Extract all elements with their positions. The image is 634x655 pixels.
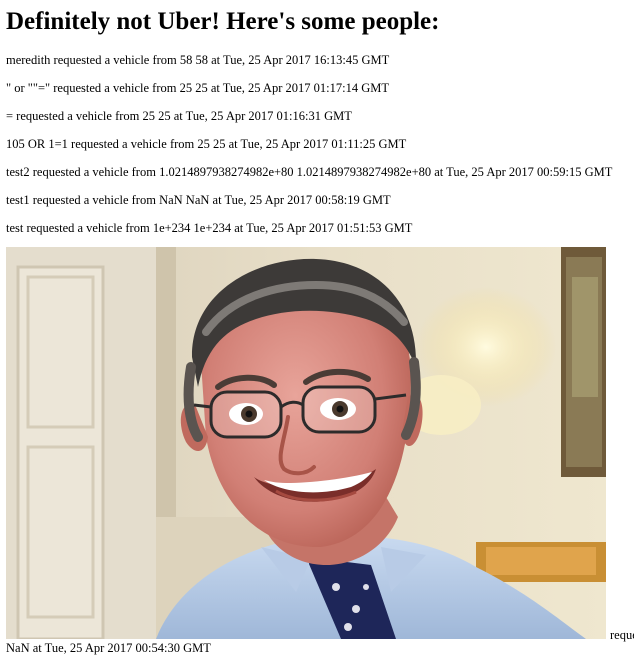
photo-trailing-text: reque [610,628,634,642]
request-entry: test2 requested a vehicle from 1.0214897… [6,165,613,179]
page: Definitely not Uber! Here's some people:… [6,0,634,655]
request-entry: 105 OR 1=1 requested a vehicle from 25 2… [6,137,407,151]
request-entry-continuation: NaN at Tue, 25 Apr 2017 00:54:30 GMT [6,641,211,655]
request-entry: test1 requested a vehicle from NaN NaN a… [6,193,391,207]
request-entry: " or ""=" requested a vehicle from 25 25… [6,81,389,95]
request-entry: = requested a vehicle from 25 25 at Tue,… [6,109,352,123]
request-entry: test requested a vehicle from 1e+234 1e+… [6,221,413,235]
request-entry: meredith requested a vehicle from 58 58 … [6,53,390,67]
person-photo [6,247,606,639]
page-title: Definitely not Uber! Here's some people: [6,8,440,35]
